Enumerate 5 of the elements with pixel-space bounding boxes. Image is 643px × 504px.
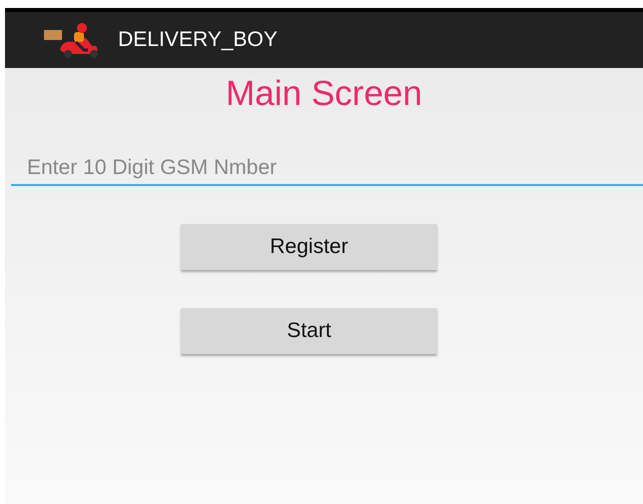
action-button[interactable]: Start: [181, 308, 437, 354]
screen-heading: Main Screen: [226, 74, 422, 114]
app-title: DELIVERY_BOY: [118, 28, 278, 52]
action-button[interactable]: Register: [181, 224, 437, 270]
phone-number-field[interactable]: Enter 10 Digit GSM Nmber: [11, 152, 643, 186]
